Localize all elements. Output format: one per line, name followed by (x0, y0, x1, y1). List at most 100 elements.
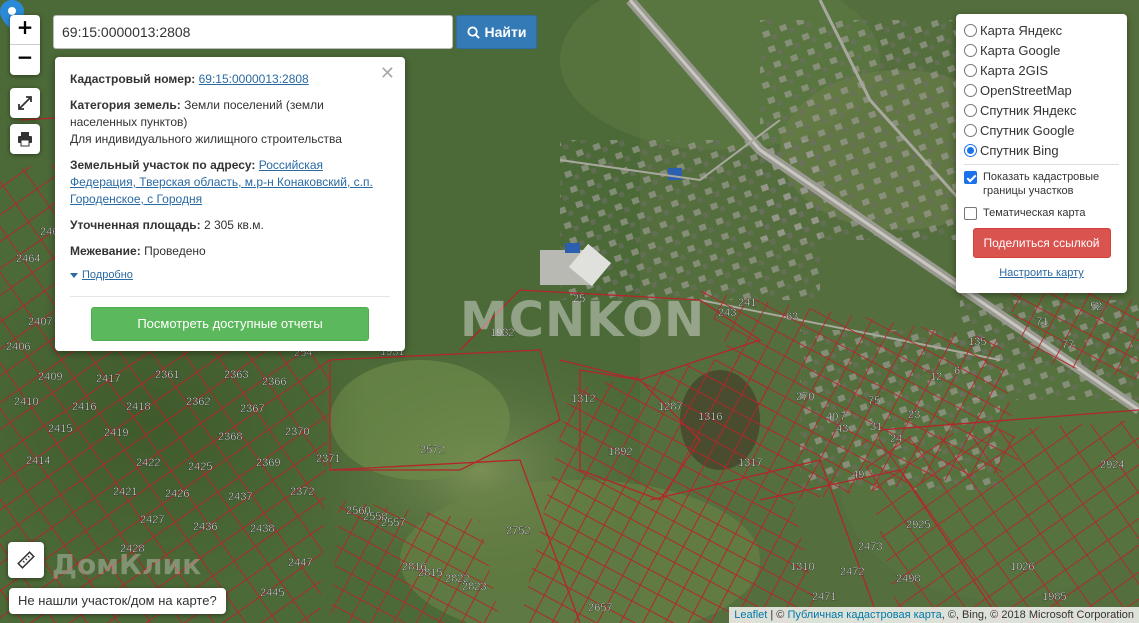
thematic-map-checkbox[interactable] (964, 207, 977, 220)
parcel-number-label: 2371 (316, 453, 340, 465)
basemap-option-label: Карта Яндекс (980, 22, 1063, 38)
parcel-number-label: 2416 (72, 401, 96, 413)
parcel-number-label: 2367 (240, 403, 264, 415)
parcel-number-label: 2409 (38, 371, 62, 383)
parcel-number-label: 2417 (96, 373, 120, 385)
view-reports-button[interactable]: Посмотреть доступные отчеты (91, 307, 369, 341)
pkk-link[interactable]: Публичная кадастровая карта (787, 609, 941, 621)
parcel-number-label: 2368 (218, 431, 242, 443)
parcel-number-label: 24 (890, 433, 902, 445)
parcel-number-label: 2572 (420, 444, 444, 456)
parcel-number-label: 2422 (136, 457, 160, 469)
cadastral-number-link[interactable]: 69:15:0000013:2808 (199, 72, 309, 86)
parcel-number-label: 243 (718, 307, 736, 319)
survey-value: Проведено (144, 244, 206, 258)
printer-icon (18, 132, 32, 147)
ruler-icon (17, 551, 35, 569)
search-button[interactable]: Найти (456, 15, 537, 49)
parcel-number-label: 1310 (790, 561, 814, 573)
parcel-number-label: 1892 (608, 446, 632, 458)
divider (964, 164, 1119, 165)
attribution-separator: | © (767, 609, 788, 621)
parcel-number-label: 7 (840, 411, 846, 423)
parcel-number-label: 12 (930, 371, 942, 383)
basemap-radio[interactable] (964, 123, 977, 137)
close-icon[interactable]: ✕ (380, 63, 395, 84)
parcel-info-panel: ✕ Кадастровый номер: 69:15:0000013:2808 … (55, 57, 405, 351)
basemap-radio[interactable] (964, 143, 977, 157)
land-category-row: Категория земель: Земли поселений (земли… (70, 97, 390, 148)
leaflet-link[interactable]: Leaflet (734, 609, 767, 621)
parcel-number-label: 1317 (738, 457, 762, 469)
zoom-in-button[interactable]: + (10, 15, 40, 45)
not-found-button[interactable]: Не нашли участок/дом на карте? (9, 588, 226, 614)
parcel-number-label: 2407 (28, 316, 52, 328)
parcel-number-label: 1312 (571, 393, 595, 405)
show-borders-label: Показать кадастровые границы участков (983, 171, 1100, 197)
parcel-number-label: 2471 (812, 591, 836, 603)
details-link[interactable]: Подробно (82, 269, 133, 281)
parcel-number-label: 2752 (506, 525, 530, 537)
land-category-label: Категория земель: (70, 98, 181, 112)
parcel-number-label: 2372 (290, 486, 314, 498)
search-button-label: Найти (484, 24, 527, 40)
basemap-option[interactable]: Спутник Google (964, 120, 1119, 140)
show-borders-checkbox[interactable] (964, 171, 977, 184)
parcel-number-label: 2361 (155, 369, 179, 381)
parcel-number-label: 1287 (658, 401, 682, 413)
parcel-number-label: 63 (786, 311, 798, 323)
show-borders-option[interactable]: Показать кадастровые границы участков (964, 170, 1119, 198)
zoom-out-button[interactable]: − (10, 45, 40, 75)
thematic-map-option[interactable]: Тематическая карта (964, 206, 1119, 220)
parcel-number-label: 2657 (588, 602, 612, 614)
basemap-option[interactable]: OpenStreetMap (964, 80, 1119, 100)
basemap-radio[interactable] (964, 43, 977, 57)
parcel-number-label: 31 (870, 421, 882, 433)
attribution-copyright: , ©, Bing, © 2018 Microsoft Corporation (941, 609, 1134, 621)
parcel-number-label: 2815 (418, 567, 442, 579)
basemap-option-label: Спутник Яндекс (980, 102, 1077, 118)
basemap-option[interactable]: Карта 2GIS (964, 60, 1119, 80)
parcel-number-label: 2370 (285, 426, 309, 438)
parcel-number-label: 2437 (228, 491, 252, 503)
basemap-option[interactable]: Карта Google (964, 40, 1119, 60)
parcel-number-label: 1026 (1010, 561, 1034, 573)
details-toggle[interactable]: Подробно (70, 267, 390, 284)
basemap-radio[interactable] (964, 83, 977, 97)
parcel-number-label: 2414 (26, 455, 50, 467)
basemap-option[interactable]: Спутник Bing (964, 140, 1119, 160)
parcel-number-label: 2498 (896, 573, 920, 585)
basemap-option-label: Спутник Bing (980, 142, 1059, 158)
parcel-number-label: 77 (1062, 339, 1074, 351)
survey-row: Межевание: Проведено (70, 243, 390, 260)
basemap-radio[interactable] (964, 23, 977, 37)
basemap-options: Карта Яндекс Карта Google Карта 2GIS OpenSt… (964, 20, 1119, 160)
parcel-number-label: 6 (954, 365, 960, 377)
parcel-number-label: 25 (573, 293, 585, 305)
parcel-number-label: 23 (908, 409, 920, 421)
parcel-number-label: 2925 (906, 519, 930, 531)
expand-icon (18, 96, 32, 110)
area-value: 2 305 кв.м. (203, 218, 264, 232)
cadastral-search-input[interactable] (53, 15, 453, 49)
print-button[interactable] (10, 124, 40, 154)
address-row: Земельный участок по адресу: Российская … (70, 157, 390, 208)
basemap-option[interactable]: Карта Яндекс (964, 20, 1119, 40)
configure-map-link[interactable]: Настроить карту (964, 267, 1119, 279)
basemap-option-label: OpenStreetMap (980, 82, 1072, 98)
basemap-option[interactable]: Спутник Яндекс (964, 100, 1119, 120)
fullscreen-button[interactable] (10, 88, 40, 118)
basemap-radio[interactable] (964, 63, 977, 77)
thematic-map-label: Тематическая карта (983, 207, 1086, 219)
parcel-number-label: 2428 (120, 543, 144, 555)
share-link-button[interactable]: Поделиться ссылкой (972, 228, 1111, 258)
parcel-number-label: 2362 (186, 396, 210, 408)
zoom-control: + − (10, 15, 40, 75)
basemap-radio[interactable] (964, 103, 977, 117)
cadastral-number-row: Кадастровый номер: 69:15:0000013:2808 (70, 71, 390, 88)
measure-button[interactable] (8, 542, 44, 578)
parcel-number-label: 2425 (188, 461, 212, 473)
parcel-number-label: 52 (1090, 301, 1102, 313)
parcel-number-label: 2472 (840, 566, 864, 578)
parcel-number-label: 241 (738, 297, 756, 309)
